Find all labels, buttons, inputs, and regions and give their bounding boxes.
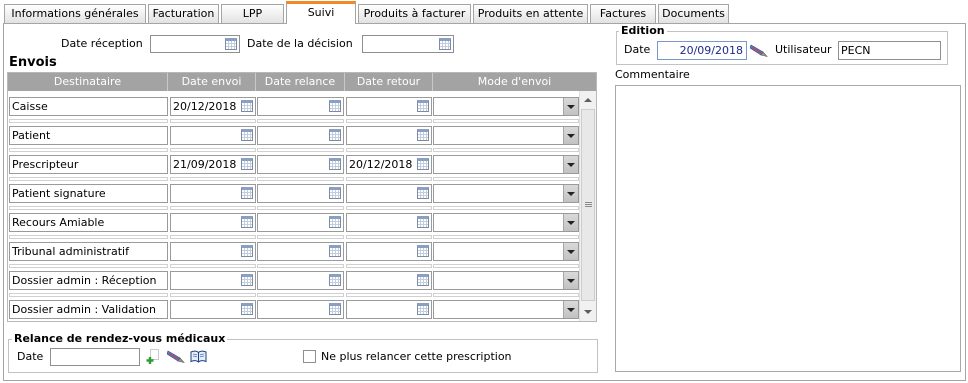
tab-suivi[interactable]: Suivi <box>286 1 356 24</box>
tab-informations-generales[interactable]: Informations générales <box>4 4 146 23</box>
relance-legend: Relance de rendez-vous médicaux <box>12 332 228 346</box>
tab-facturation[interactable]: Facturation <box>148 4 219 23</box>
tab-factures[interactable]: Factures <box>590 4 656 23</box>
tab-lpp[interactable]: LPP <box>221 4 284 23</box>
edition-legend: Edition <box>619 24 667 38</box>
tab-produits-en-attente[interactable]: Produits en attente <box>473 4 588 23</box>
tab-documents[interactable]: Documents <box>658 4 729 23</box>
tab-produits-a-facturer[interactable]: Produits à facturer <box>358 4 471 23</box>
tab-panel <box>3 23 966 381</box>
